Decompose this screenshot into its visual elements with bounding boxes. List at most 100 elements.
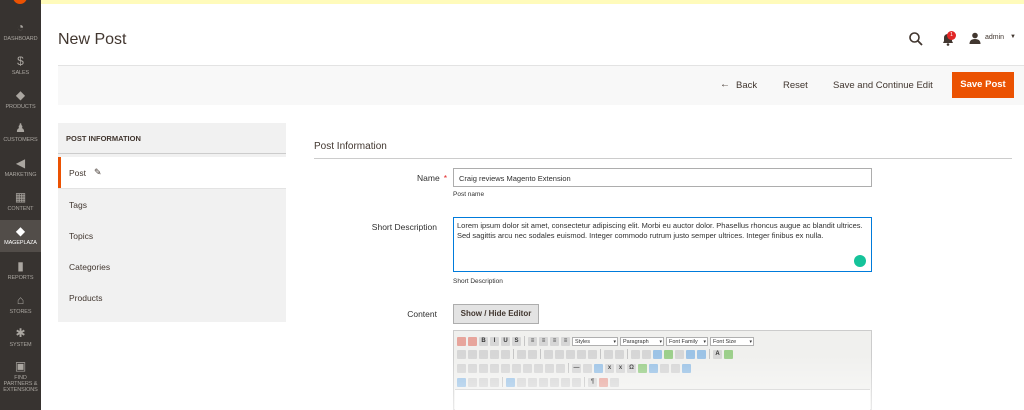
link-icon[interactable] <box>631 349 640 359</box>
align-center-icon[interactable]: ≡ <box>539 336 548 346</box>
font-family-select[interactable]: Font Family <box>666 336 708 346</box>
chevron-down-icon[interactable]: ▼ <box>1010 34 1016 40</box>
tab-topics[interactable]: Topics <box>58 220 286 251</box>
blockquote-icon[interactable] <box>588 349 597 359</box>
insert-layer-icon[interactable] <box>457 377 466 387</box>
font-size-select[interactable]: Font Size <box>710 336 754 346</box>
sidebar-item-dashboard[interactable]: ◔ DASHBOARD <box>0 20 41 42</box>
tab-post[interactable]: Post <box>58 157 286 188</box>
visual-chars-icon[interactable]: ¶ <box>588 377 597 387</box>
back-button[interactable]: Back <box>736 80 757 91</box>
numbered-list-icon[interactable] <box>555 349 564 359</box>
highlight-color-icon[interactable] <box>724 349 733 359</box>
subscript-icon[interactable]: x <box>605 363 614 373</box>
styleprops-icon[interactable] <box>506 377 515 387</box>
name-input[interactable]: Craig reviews Magento Extension <box>453 168 872 187</box>
bullet-list-icon[interactable] <box>544 349 553 359</box>
horizontal-rule-icon[interactable]: — <box>572 363 581 373</box>
visual-aid-icon[interactable] <box>594 363 603 373</box>
table-icon[interactable] <box>457 363 466 373</box>
cell-props-icon[interactable] <box>479 363 488 373</box>
sidebar-item-marketing[interactable]: ◀ MARKETING <box>0 156 41 178</box>
delete-col-icon[interactable] <box>534 363 543 373</box>
user-icon[interactable] <box>969 32 981 44</box>
paste-icon[interactable] <box>479 349 488 359</box>
html-source-icon[interactable] <box>697 349 706 359</box>
move-forward-icon[interactable] <box>468 377 477 387</box>
ltr-icon[interactable] <box>660 363 669 373</box>
indent-icon[interactable] <box>577 349 586 359</box>
page-break-icon[interactable] <box>610 377 619 387</box>
text-color-icon[interactable]: A <box>713 349 722 359</box>
align-right-icon[interactable]: ≡ <box>550 336 559 346</box>
abbr-icon[interactable] <box>528 377 537 387</box>
save-post-button[interactable]: Save Post <box>952 72 1014 98</box>
italic-icon[interactable]: I <box>490 336 499 346</box>
strikethrough-icon[interactable]: S <box>512 336 521 346</box>
sidebar-item-customers[interactable]: ♟ CUSTOMERS <box>0 121 41 143</box>
delete-row-icon[interactable] <box>512 363 521 373</box>
insert-col-icon[interactable] <box>523 363 532 373</box>
emotions-icon[interactable] <box>649 363 658 373</box>
remove-format-icon[interactable] <box>583 363 592 373</box>
insert-image-icon[interactable] <box>664 349 673 359</box>
help-icon[interactable] <box>686 349 695 359</box>
row-props-icon[interactable] <box>468 363 477 373</box>
sidebar-item-content[interactable]: ▦ CONTENT <box>0 190 41 212</box>
find-icon[interactable] <box>517 349 526 359</box>
replace-icon[interactable] <box>528 349 537 359</box>
nonbreaking-icon[interactable] <box>599 377 608 387</box>
sidebar-item-system[interactable]: ✱ SYSTEM <box>0 326 41 348</box>
move-backward-icon[interactable] <box>479 377 488 387</box>
magento-logo[interactable] <box>13 0 27 4</box>
sidebar-item-sales[interactable]: $ SALES <box>0 54 41 76</box>
media-icon[interactable] <box>638 363 647 373</box>
absolute-icon[interactable] <box>490 377 499 387</box>
short-description-textarea[interactable]: Lorem ipsum dolor sit amet, consectetur … <box>453 217 872 272</box>
paste-text-icon[interactable] <box>490 349 499 359</box>
insert-row-before-icon[interactable] <box>490 363 499 373</box>
del-icon[interactable] <box>550 377 559 387</box>
sidebar-item-products[interactable]: ◆ PRODUCTS <box>0 88 41 110</box>
copy-icon[interactable] <box>468 349 477 359</box>
ins-icon[interactable] <box>561 377 570 387</box>
align-justify-icon[interactable]: ≡ <box>561 336 570 346</box>
image-icon[interactable] <box>468 336 477 346</box>
styles-select[interactable]: Styles <box>572 336 618 346</box>
attribs-icon[interactable] <box>572 377 581 387</box>
tab-categories[interactable]: Categories <box>58 251 286 282</box>
special-char-icon[interactable]: Ω <box>627 363 636 373</box>
tab-tags[interactable]: Tags <box>58 189 286 220</box>
editor-content-area[interactable] <box>455 389 870 410</box>
sidebar-item-extensions[interactable]: ▣ FIND PARTNERS & EXTENSIONS <box>0 359 41 393</box>
acronym-icon[interactable] <box>539 377 548 387</box>
admin-username[interactable]: admin <box>985 34 1004 41</box>
unlink-icon[interactable] <box>642 349 651 359</box>
grammarly-icon[interactable] <box>854 255 866 267</box>
widget-icon[interactable] <box>457 336 466 346</box>
split-cells-icon[interactable] <box>545 363 554 373</box>
cleanup-icon[interactable] <box>675 349 684 359</box>
underline-icon[interactable]: U <box>501 336 510 346</box>
paragraph-select[interactable]: Paragraph <box>620 336 664 346</box>
tab-products[interactable]: Products <box>58 282 286 313</box>
sidebar-item-stores[interactable]: ⌂ STORES <box>0 293 41 315</box>
cite-icon[interactable] <box>517 377 526 387</box>
anchor-icon[interactable] <box>653 349 662 359</box>
bold-icon[interactable]: B <box>479 336 488 346</box>
rtl-icon[interactable] <box>671 363 680 373</box>
align-left-icon[interactable]: ≡ <box>528 336 537 346</box>
paste-word-icon[interactable] <box>501 349 510 359</box>
save-and-continue-button[interactable]: Save and Continue Edit <box>833 80 933 91</box>
redo-icon[interactable] <box>615 349 624 359</box>
merge-cells-icon[interactable] <box>556 363 565 373</box>
undo-icon[interactable] <box>604 349 613 359</box>
reset-button[interactable]: Reset <box>783 80 808 91</box>
sidebar-item-reports[interactable]: ▮ REPORTS <box>0 259 41 281</box>
superscript-icon[interactable]: x <box>616 363 625 373</box>
outdent-icon[interactable] <box>566 349 575 359</box>
show-hide-editor-button[interactable]: Show / Hide Editor <box>453 304 539 324</box>
sidebar-item-mageplaza[interactable]: ◆ MAGEPLAZA <box>0 220 41 252</box>
insert-row-after-icon[interactable] <box>501 363 510 373</box>
fullscreen-icon[interactable] <box>682 363 691 373</box>
